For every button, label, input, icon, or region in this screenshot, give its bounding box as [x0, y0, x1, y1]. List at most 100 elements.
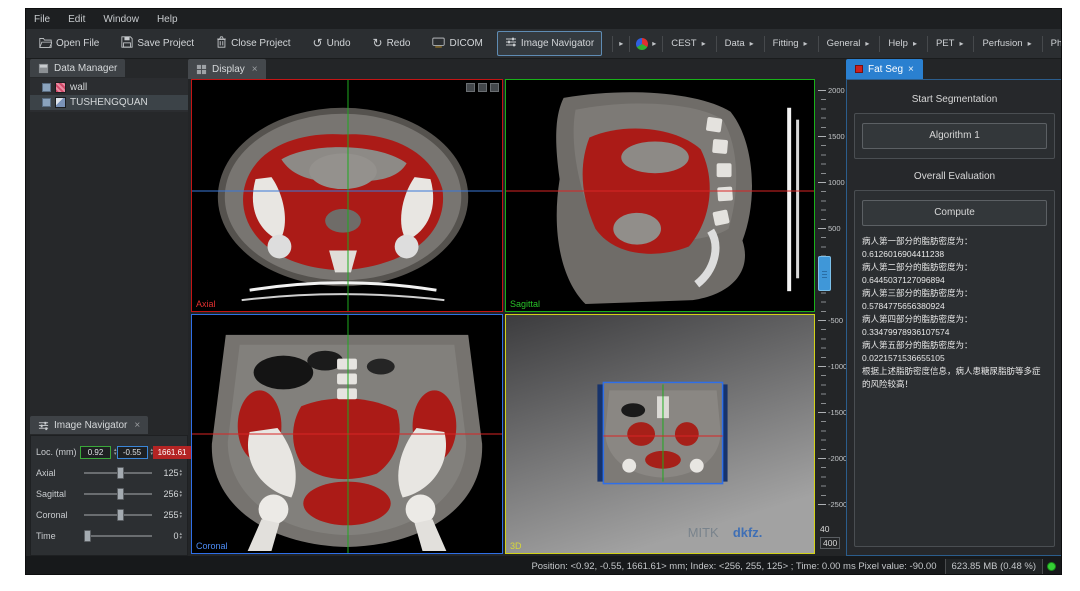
open-file-button[interactable]: Open File — [31, 32, 107, 56]
sagittal-slider-row: Sagittal256▴▾ — [36, 484, 182, 505]
loc-field-blue[interactable]: -0.55▴▾ — [117, 446, 154, 459]
save-project-button[interactable]: Save Project — [113, 31, 202, 56]
submenu-arrow-icon: ▸ — [913, 39, 917, 48]
close-icon[interactable]: × — [134, 420, 140, 431]
slider-value: 0 — [156, 531, 178, 541]
view-menu-pet[interactable]: PET▸ — [932, 36, 970, 51]
image-navigator-button[interactable]: Image Navigator — [497, 31, 602, 56]
result-line: 病人第二部分的脂肪密度为：0.6445037127096894 — [862, 261, 1047, 287]
data-node-wall[interactable]: wall — [30, 80, 188, 95]
view-menu-cest[interactable]: CEST▸ — [667, 36, 711, 51]
toolbar-separator — [612, 36, 613, 52]
view-menu-photoacoustics[interactable]: Photoacoustics▸ — [1047, 36, 1061, 51]
visibility-checkbox[interactable] — [42, 98, 51, 107]
data-node-tree: wall TUSHENGQUAN — [30, 78, 188, 112]
menu-help[interactable]: Help — [157, 14, 178, 25]
view-menu-general[interactable]: General▸ — [823, 36, 876, 51]
node-label: TUSHENGQUAN — [70, 97, 148, 108]
color-palette-icon[interactable] — [636, 38, 648, 50]
toolbar-view-menus: ▸▸CEST▸Data▸Fitting▸General▸Help▸PET▸Per… — [608, 36, 1061, 52]
tab-image-navigator[interactable]: Image Navigator × — [30, 416, 148, 434]
viewport-coronal[interactable]: Coronal — [191, 314, 503, 554]
spin-buttons-icon[interactable]: ▴▾ — [179, 511, 182, 519]
layout-menu-icon[interactable] — [478, 83, 487, 92]
undo-icon: ↺ — [313, 38, 323, 50]
level-window-slider[interactable]: 200015001000500-500-1000-1500-2000-2500 … — [818, 79, 845, 556]
axial-slider[interactable] — [84, 472, 152, 474]
axial-slider-row: Axial125▴▾ — [36, 463, 182, 484]
slider-value: 125 — [156, 468, 178, 478]
view-menu-help[interactable]: Help▸ — [884, 36, 923, 51]
segmentation-node-icon — [55, 82, 66, 93]
toolbar-separator — [973, 36, 974, 52]
mitk-watermark: MITK — [688, 525, 719, 540]
result-line: 病人第五部分的脂肪密度为：0.0221571536655105 — [862, 339, 1047, 365]
algorithm-1-button[interactable]: Algorithm 1 — [862, 123, 1047, 149]
close-icon[interactable]: × — [252, 64, 258, 75]
loc-field-green[interactable]: 0.92▴▾ — [80, 446, 117, 459]
menu-window[interactable]: Window — [103, 14, 139, 25]
viewport-sagittal[interactable]: Sagittal — [505, 79, 815, 312]
evaluation-group: Compute 病人第一部分的脂肪密度为：0.6126016904411238病… — [854, 190, 1055, 547]
evaluation-results: 病人第一部分的脂肪密度为：0.6126016904411238病人第二部分的脂肪… — [862, 235, 1047, 391]
visibility-checkbox[interactable] — [42, 83, 51, 92]
menu-edit[interactable]: Edit — [68, 14, 85, 25]
viewport-axial[interactable]: Axial — [191, 79, 503, 312]
fullscreen-icon[interactable] — [490, 83, 499, 92]
menu-file[interactable]: File — [34, 14, 50, 25]
level-window-handle[interactable] — [818, 256, 831, 291]
time-slider[interactable] — [84, 535, 152, 537]
close-icon[interactable]: × — [908, 64, 914, 75]
loc-fields: 0.92▴▾-0.55▴▾1661.61▴▾ — [80, 446, 197, 459]
overall-evaluation-title: Overall Evaluation — [854, 171, 1055, 182]
view-menu-data[interactable]: Data▸ — [721, 36, 760, 51]
result-line: 病人第三部分的脂肪密度为：0.5784775656380924 — [862, 287, 1047, 313]
level-window-tick: -1000 — [818, 362, 847, 371]
coronal-ct-image — [192, 315, 502, 553]
menu-bar: File Edit Window Help — [26, 9, 1061, 29]
undo-button[interactable]: ↺Undo — [305, 33, 359, 55]
slider-handle[interactable] — [117, 509, 124, 521]
viewport-3d[interactable]: MITK dkfz. 3D — [505, 314, 815, 554]
tab-display[interactable]: Display × — [188, 59, 266, 79]
pin-icon[interactable] — [466, 83, 475, 92]
dicom-button[interactable]: DICOM — [424, 32, 490, 56]
compute-button[interactable]: Compute — [862, 200, 1047, 226]
view-menu-fitting[interactable]: Fitting▸ — [769, 36, 814, 51]
submenu-arrow-icon: ▸ — [702, 39, 706, 48]
toolbar-separator — [629, 36, 630, 52]
toolbar-separator — [1042, 36, 1043, 52]
tab-data-manager[interactable]: Data Manager — [30, 59, 125, 77]
slider-handle[interactable] — [117, 467, 124, 479]
toolbar-separator — [879, 36, 880, 52]
level-window-minor-ticks — [821, 90, 826, 505]
image-navigator-icon — [38, 420, 49, 431]
slider-label: Sagittal — [36, 489, 80, 499]
coronal-slider[interactable] — [84, 514, 152, 516]
data-manager-panel: Data Manager wall TUSHENGQUAN Image Navig… — [30, 59, 188, 556]
spin-buttons-icon[interactable]: ▴▾ — [179, 532, 182, 540]
tab-fat-seg[interactable]: Fat Seg × — [846, 59, 923, 79]
spin-buttons-icon[interactable]: ▴▾ — [179, 490, 182, 498]
level-window-tick: -500 — [818, 316, 843, 325]
level-window-tick: 1000 — [818, 178, 845, 187]
close-project-button[interactable]: Close Project — [208, 31, 298, 56]
sagittal-slider[interactable] — [84, 493, 152, 495]
mitk-workbench-window: File Edit Window Help Open FileSave Project… — [25, 8, 1062, 575]
navigator-sliders: Axial125▴▾Sagittal256▴▾Coronal255▴▾Time0… — [36, 463, 182, 547]
view-menu-perfusion[interactable]: Perfusion▸ — [978, 36, 1037, 51]
slider-handle[interactable] — [84, 530, 91, 542]
save-project-icon — [121, 36, 133, 51]
level-value: 40 — [820, 524, 829, 534]
level-window-tick: -2000 — [818, 454, 847, 463]
redo-button[interactable]: ↻Redo — [365, 33, 419, 55]
tab-label: Fat Seg — [868, 64, 903, 75]
submenu-arrow-icon: ▸ — [959, 39, 963, 48]
data-manager-icon — [38, 63, 49, 74]
main-toolbar: Open FileSave ProjectClose Project ↺Undo ↻… — [26, 29, 1061, 59]
image-navigator-icon — [505, 36, 517, 51]
spin-buttons-icon[interactable]: ▴▾ — [179, 469, 182, 477]
slider-handle[interactable] — [117, 488, 124, 500]
data-node-tushengquan[interactable]: TUSHENGQUAN — [30, 95, 188, 110]
node-label: wall — [70, 82, 87, 93]
